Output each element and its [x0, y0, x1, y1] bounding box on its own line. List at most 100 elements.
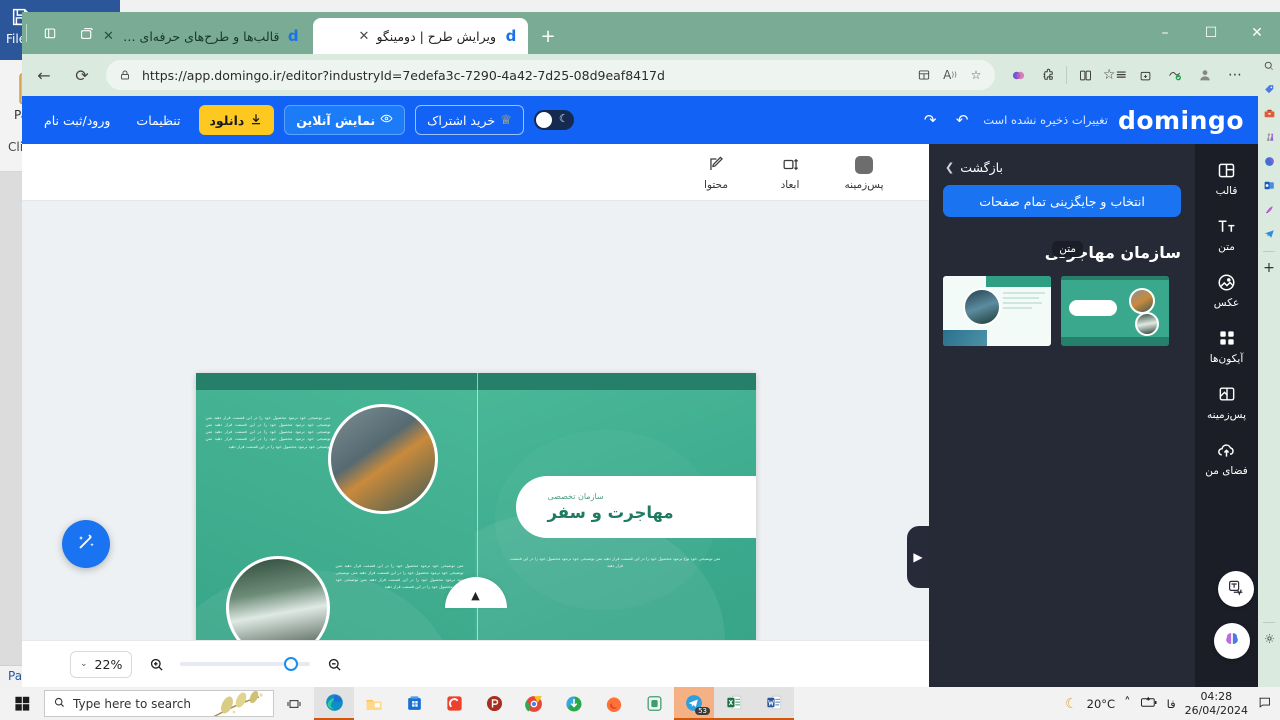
url-input[interactable]: https://app.domingo.ir/editor?industryId… [106, 60, 995, 90]
buy-subscription-label: خرید اشتراک [427, 112, 496, 128]
rail-item-myspace[interactable]: فضای من [1199, 438, 1255, 477]
new-tab-button[interactable]: + [534, 22, 562, 50]
designer-icon[interactable] [1263, 203, 1276, 218]
copilot-icon[interactable] [1003, 60, 1033, 90]
chrome-taskbar-icon[interactable] [514, 687, 554, 720]
rail-item-template[interactable]: قالب [1199, 158, 1255, 197]
download-label: دانلود [209, 112, 245, 128]
dark-mode-toggle[interactable]: ☾ [533, 110, 574, 130]
word-taskbar-icon[interactable] [754, 687, 794, 720]
microsoft-store-taskbar-icon[interactable] [394, 687, 434, 720]
browser-tab-2-title: ویرایش طرح | دومینگو [376, 28, 496, 44]
translate-floating-button[interactable] [1218, 571, 1254, 607]
browser-essentials-icon[interactable] [1160, 60, 1190, 90]
split-screen-icon[interactable] [915, 66, 933, 84]
replace-all-pages-button[interactable]: انتخاب و جایگزینی تمام صفحات [943, 185, 1181, 217]
favorite-star-icon[interactable]: ☆ [967, 66, 985, 84]
taskbar-search-placeholder: Type here to search [73, 696, 191, 711]
back-button-icon[interactable]: ← [28, 59, 60, 91]
template-thumbnail-2[interactable] [1061, 276, 1169, 346]
tool-dimensions[interactable]: ابعاد [765, 154, 815, 191]
c-app-taskbar-icon[interactable] [434, 687, 474, 720]
browser-tab-2-close-icon[interactable]: ✕ [359, 29, 370, 44]
browser-tab-2[interactable]: d ویرایش طرح | دومینگو ✕ [313, 18, 528, 54]
browser-tab-1[interactable]: d قالب‌ها و طرح‌های حرفه‌ای و رایگان ✕ [94, 18, 309, 54]
weather-temperature[interactable]: 20°C [1087, 697, 1115, 711]
add-sidebar-app-button[interactable]: + [1263, 261, 1275, 275]
zoom-slider-knob[interactable] [284, 657, 299, 671]
zoom-slider[interactable] [180, 657, 311, 671]
split-window-icon[interactable] [1070, 60, 1100, 90]
add-tab-collection-icon[interactable] [1130, 60, 1160, 90]
eye-icon [380, 112, 393, 128]
signin-register-link[interactable]: ورود/ثبت نام [36, 113, 118, 128]
editor-area: پس‌زمینه ابعاد محتوا [22, 144, 1258, 687]
ai-floating-button[interactable] [1214, 623, 1250, 659]
file-explorer-taskbar-icon[interactable] [354, 687, 394, 720]
magic-wand-button[interactable] [62, 520, 110, 568]
zoom-in-button[interactable] [144, 652, 168, 676]
domingo-logo[interactable]: domingo [1118, 106, 1244, 135]
telegram-icon[interactable] [1263, 227, 1276, 242]
tools-icon[interactable] [1263, 107, 1276, 122]
buy-subscription-button[interactable]: ♕ خرید اشتراک [415, 105, 524, 135]
read-aloud-icon[interactable]: A)) [941, 66, 959, 84]
notification-icon[interactable] [1257, 695, 1272, 713]
clock-time: 04:28 [1200, 689, 1233, 703]
tool-content[interactable]: محتوا [691, 154, 741, 191]
brochure-photo-waterfall[interactable] [225, 556, 330, 640]
rail-item-text[interactable]: متن [1199, 214, 1255, 253]
online-preview-button[interactable]: نمایش آنلاین [284, 105, 406, 135]
canvas-area[interactable]: سازمان تخصصی مهاجرت و سفر متن توضیحی خود… [22, 201, 929, 640]
games-icon[interactable] [1263, 131, 1276, 146]
excel-taskbar-icon[interactable] [714, 687, 754, 720]
search-icon[interactable] [1263, 60, 1275, 74]
window-minimize-button[interactable]: – [1142, 12, 1188, 54]
tab-split-icon[interactable] [33, 16, 67, 50]
collections-icon[interactable]: ☆≡ [1100, 60, 1130, 90]
taskbar-clock[interactable]: 04:28 26/04/2024 [1185, 690, 1248, 718]
ai-brain-icon [1222, 629, 1242, 654]
settings-link[interactable]: تنظیمات [128, 113, 188, 128]
settings-more-icon[interactable]: ⋯ [1220, 60, 1250, 90]
windows-start-button[interactable] [0, 687, 44, 720]
p-app-taskbar-icon[interactable] [474, 687, 514, 720]
gear-icon[interactable] [1263, 632, 1276, 647]
zoom-out-button[interactable] [322, 652, 346, 676]
shopping-icon[interactable] [1263, 83, 1276, 98]
extensions-icon[interactable] [1033, 60, 1063, 90]
redo-icon[interactable]: ↷ [919, 109, 941, 131]
window-close-button[interactable]: ✕ [1234, 12, 1280, 54]
tool-dimensions-label: ابعاد [780, 178, 800, 191]
zoom-level-select[interactable]: ⌄ 22% [70, 650, 133, 678]
battery-icon[interactable] [1140, 696, 1158, 712]
edge-taskbar-icon[interactable] [314, 687, 354, 720]
taskbar-search-box[interactable]: Type here to search [44, 690, 274, 717]
browser-tab-1-close-icon[interactable]: ✕ [103, 29, 114, 44]
outlook-icon[interactable] [1263, 179, 1276, 194]
rail-item-background[interactable]: پس‌زمینه [1199, 382, 1255, 421]
undo-icon[interactable]: ↶ [951, 109, 973, 131]
firefox-taskbar-icon[interactable] [594, 687, 634, 720]
download-button[interactable]: دانلود [198, 105, 275, 135]
back-button[interactable]: بازگشت ❯ [943, 156, 1181, 185]
telegram-taskbar-icon[interactable]: 53 [674, 687, 714, 720]
rail-item-image[interactable]: عکس [1199, 270, 1255, 309]
idm-taskbar-icon[interactable] [554, 687, 594, 720]
rail-item-icons[interactable]: آیکون‌ها [1199, 326, 1255, 365]
reload-button-icon[interactable]: ⟳ [66, 59, 98, 91]
brochure-title: مهاجرت و سفر [547, 503, 674, 522]
tray-expand-chevron-icon[interactable]: ˄ [1124, 696, 1131, 711]
task-view-button[interactable] [274, 687, 314, 720]
tool-background[interactable]: پس‌زمینه [839, 154, 889, 191]
brochure-photo-bag[interactable] [327, 404, 438, 514]
profile-icon[interactable] [1190, 60, 1220, 90]
language-indicator[interactable]: فا [1167, 697, 1176, 711]
m365-icon[interactable] [1263, 155, 1276, 170]
brochure-title-card[interactable]: سازمان تخصصی مهاجرت و سفر [515, 476, 756, 538]
template-thumbnail-1[interactable] [943, 276, 1051, 346]
green-app-taskbar-icon[interactable] [634, 687, 674, 720]
weather-icon[interactable]: ☾ [1065, 696, 1078, 712]
window-maximize-button[interactable]: ☐ [1188, 12, 1234, 54]
panel-collapse-handle[interactable]: ▶ [907, 526, 929, 588]
